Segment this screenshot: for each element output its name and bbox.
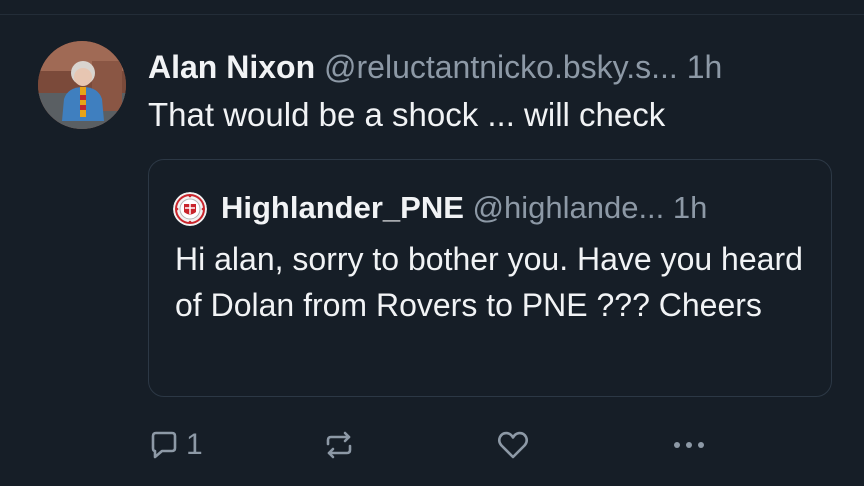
top-divider (0, 0, 864, 15)
repost-button[interactable] (322, 423, 356, 467)
quoted-author-name[interactable]: Highlander_PNE (221, 190, 464, 225)
quoted-post[interactable]: Highlander_PNE @highlande... 1h Hi alan,… (148, 159, 832, 397)
reply-button[interactable]: 1 (148, 423, 203, 467)
post-header: Alan Nixon @reluctantnicko.bsky.s... 1h (148, 45, 848, 89)
post-text: That would be a shock ... will check (148, 96, 666, 133)
post-actions: 1 (148, 423, 848, 467)
avatar-photo-icon (38, 41, 126, 129)
quoted-author-handle[interactable]: @highlande... (473, 190, 665, 225)
repost-icon (326, 431, 352, 459)
quoted-post-header: Highlander_PNE @highlande... 1h (221, 186, 821, 230)
more-icon (674, 442, 704, 448)
club-crest-icon (173, 192, 207, 226)
quoted-post-text: Hi alan, sorry to bother you. Have you h… (175, 241, 803, 323)
author-handle[interactable]: @reluctantnicko.bsky.s... (324, 49, 678, 85)
quoted-post-timestamp[interactable]: 1h (673, 190, 707, 225)
post[interactable]: Alan Nixon @reluctantnicko.bsky.s... 1h … (0, 15, 864, 486)
heart-icon (497, 431, 529, 459)
like-button[interactable] (496, 423, 530, 467)
author-avatar[interactable] (38, 41, 126, 129)
reply-icon (151, 431, 177, 459)
post-timestamp[interactable]: 1h (687, 49, 723, 85)
reply-count: 1 (186, 428, 203, 461)
more-options-button[interactable] (670, 423, 708, 467)
author-name[interactable]: Alan Nixon (148, 49, 315, 85)
quoted-author-avatar[interactable] (173, 192, 207, 226)
